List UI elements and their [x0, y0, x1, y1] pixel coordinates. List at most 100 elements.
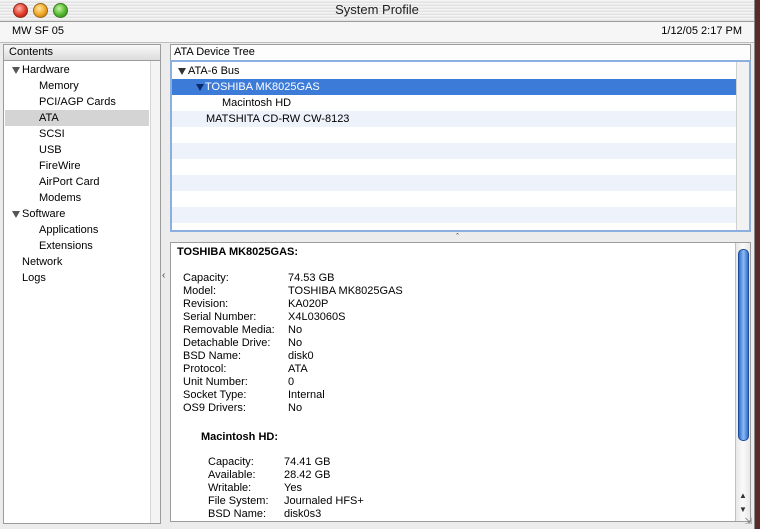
field-label: OS9 Drivers:	[183, 402, 246, 414]
ata-row-label: ATA-6 Bus	[188, 65, 240, 77]
field-label: Writable:	[208, 482, 252, 494]
volume-title: Macintosh HD:	[201, 431, 278, 443]
ata-tree-scrollbar[interactable]	[736, 62, 749, 230]
sidebar-item-label: PCI/AGP Cards	[39, 96, 116, 108]
detail-field: Revision: KA020P	[183, 298, 483, 311]
sidebar-item-label: FireWire	[39, 160, 81, 172]
ata-row-ata-6-bus[interactable]: ATA-6 Bus	[172, 63, 738, 79]
disclosure-triangle-icon[interactable]	[178, 67, 186, 75]
field-value: No	[288, 402, 303, 414]
sidebar-item-label: Logs	[22, 272, 46, 284]
detail-field: Socket Type: Internal	[183, 389, 483, 402]
field-label: BSD Name:	[208, 508, 267, 520]
ata-row-label: Macintosh HD	[222, 97, 292, 109]
ata-row-matshita-cd-rw-cw-8123[interactable]: MATSHITA CD-RW CW-8123	[172, 111, 738, 127]
info-bar: MW SF 05 1/12/05 2:17 PM	[0, 22, 754, 43]
contents-header: Contents	[4, 45, 160, 61]
scroll-down-icon[interactable]: ▼	[739, 505, 747, 514]
ata-device-tree: ATA-6 Bus TOSHIBA MK8025GAS Macintosh HD MA…	[170, 60, 751, 232]
field-label: Available:	[208, 469, 256, 481]
sidebar-item-label: Memory	[39, 80, 79, 92]
detail-field: Capacity: 74.53 GB	[183, 272, 483, 285]
resize-grip-icon[interactable]: ⇲	[744, 516, 752, 527]
scroll-thumb[interactable]	[738, 249, 749, 441]
ata-empty-row	[172, 159, 738, 175]
ata-empty-row	[172, 207, 738, 223]
field-value: 74.53 GB	[288, 272, 335, 284]
field-value: ATA	[288, 363, 308, 375]
field-label: BSD Name:	[183, 350, 242, 362]
detail-scrollbar[interactable]: ▲ ▼	[735, 243, 750, 521]
system-profile-window: System Profile MW SF 05 1/12/05 2:17 PM …	[0, 0, 755, 529]
ata-tree-header: ATA Device Tree	[170, 44, 751, 60]
detail-field: Protocol: ATA	[183, 363, 483, 376]
disclosure-triangle-icon[interactable]	[196, 83, 204, 91]
sidebar-item-extensions[interactable]: Extensions	[5, 238, 149, 254]
ata-empty-row	[172, 127, 738, 143]
sidebar-item-label: Extensions	[39, 240, 93, 252]
sidebar-item-label: SCSI	[39, 128, 65, 140]
volume-field: Writable: Yes	[208, 482, 508, 495]
volume-field: Capacity: 74.41 GB	[208, 456, 508, 469]
field-label: Unit Number:	[183, 376, 248, 388]
ata-row-label: MATSHITA CD-RW CW-8123	[206, 113, 350, 125]
detail-pane: TOSHIBA MK8025GAS: Capacity: 74.53 GB Mode…	[170, 242, 751, 522]
field-value: TOSHIBA MK8025GAS	[288, 285, 403, 297]
field-value: 74.41 GB	[284, 456, 331, 468]
sidebar-item-label: Modems	[39, 192, 82, 204]
device-title: TOSHIBA MK8025GAS:	[177, 246, 299, 258]
sidebar-item-label: AirPort Card	[39, 176, 100, 188]
sidebar-item-hardware[interactable]: Hardware	[5, 62, 149, 78]
sidebar-item-pci-agp-cards[interactable]: PCI/AGP Cards	[5, 94, 149, 110]
detail-field: BSD Name: disk0	[183, 350, 483, 363]
ata-empty-row	[172, 175, 738, 191]
sidebar-item-label: USB	[39, 144, 62, 156]
field-label: File System:	[208, 495, 269, 507]
disclosure-triangle-icon[interactable]	[12, 210, 20, 218]
horizontal-splitter-handle[interactable]: ˆ	[456, 232, 459, 242]
field-value: disk0s3	[284, 508, 322, 520]
sidebar-item-label: ATA	[39, 112, 59, 124]
sidebar-item-modems[interactable]: Modems	[5, 190, 149, 206]
sidebar-item-airport-card[interactable]: AirPort Card	[5, 174, 149, 190]
field-value: Journaled HFS+	[284, 495, 364, 507]
vertical-splitter-handle[interactable]: ‹	[162, 270, 165, 281]
sidebar-item-firewire[interactable]: FireWire	[5, 158, 149, 174]
machine-name: MW SF 05	[12, 25, 64, 37]
field-value: No	[288, 324, 303, 336]
date-time: 1/12/05 2:17 PM	[661, 25, 742, 37]
scroll-up-icon[interactable]: ▲	[739, 491, 747, 500]
sidebar-item-software[interactable]: Software	[5, 206, 149, 222]
detail-field: Serial Number: X4L03060S	[183, 311, 483, 324]
field-value: 0	[288, 376, 295, 388]
sidebar-item-scsi[interactable]: SCSI	[5, 126, 149, 142]
field-value: X4L03060S	[288, 311, 346, 323]
ata-row-macintosh-hd[interactable]: Macintosh HD	[172, 95, 738, 111]
sidebar-item-label: Applications	[39, 224, 99, 236]
detail-field: Detachable Drive: No	[183, 337, 483, 350]
sidebar-item-network[interactable]: Network	[5, 254, 149, 270]
detail-field: OS9 Drivers: No	[183, 402, 483, 415]
field-label: Capacity:	[183, 272, 229, 284]
field-value: 28.42 GB	[284, 469, 331, 481]
ata-row-toshiba-mk8025gas[interactable]: TOSHIBA MK8025GAS	[172, 79, 738, 95]
field-value: KA020P	[288, 298, 329, 310]
field-label: Removable Media:	[183, 324, 275, 336]
field-value: No	[288, 337, 303, 349]
window-title: System Profile	[335, 2, 419, 17]
field-label: Socket Type:	[183, 389, 247, 401]
contents-scrollbar[interactable]	[150, 61, 160, 523]
field-label: Detachable Drive:	[183, 337, 271, 349]
field-label: Protocol:	[183, 363, 227, 375]
sidebar-item-logs[interactable]: Logs	[5, 270, 149, 286]
volume-field: BSD Name: disk0s3	[208, 508, 508, 521]
sidebar-item-usb[interactable]: USB	[5, 142, 149, 158]
disclosure-triangle-icon[interactable]	[12, 66, 20, 74]
ata-row-label: TOSHIBA MK8025GAS	[205, 81, 320, 93]
ata-empty-row	[172, 191, 738, 207]
title-bar[interactable]: System Profile	[0, 0, 754, 22]
sidebar-item-ata[interactable]: ATA	[5, 110, 149, 126]
sidebar-item-memory[interactable]: Memory	[5, 78, 149, 94]
sidebar-item-label: Hardware	[22, 64, 70, 76]
sidebar-item-applications[interactable]: Applications	[5, 222, 149, 238]
